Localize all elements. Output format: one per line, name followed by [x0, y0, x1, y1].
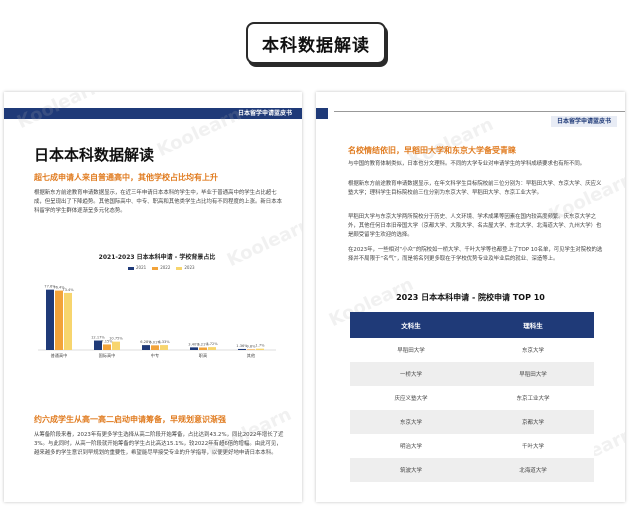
x-tick-label-2: 中专 — [151, 352, 159, 359]
table-row: 明治大学 千叶大学 — [350, 434, 594, 458]
table-cell-sciences: 早稻田大学 — [519, 372, 547, 378]
right-section-title: 名校情结依旧，早稻田大学和东京大学备受青睐 — [348, 146, 516, 155]
school-background-chart: 2021-2023 日本本科申请 - 学校背景占比 2021 2022 2023… — [32, 252, 282, 372]
table-cell-humanities: 东京大学 — [399, 420, 422, 426]
bar-2021-3 — [190, 347, 198, 350]
table-cell-sciences: 北海道大学 — [519, 468, 547, 474]
table-row: 东京大学 京都大学 — [350, 410, 594, 434]
table-cell-humanities: 一桥大学 — [399, 372, 422, 378]
right-page: 日本留学申请蓝皮书 Koolearn Koolearn Koolearn Koo… — [316, 92, 625, 502]
right-paragraph-2: 根据新东方前途教育申请数据显示，在年文科学生目标院校前三位分别为：早稻田大学、东… — [348, 181, 602, 196]
badge-title: 本科数据解读 — [262, 35, 370, 56]
table-row: 庆应义塾大学 东京工业大学 — [350, 386, 594, 410]
top10-table: 文科生 理科生 早稻田大学 东京大学 一桥大学 早稻田大学 庆应义塾大学 东京工业大学 东京… — [350, 312, 594, 482]
table-header-row: 文科生 理科生 — [350, 312, 594, 338]
bar-label-2023-1: 10.75% — [109, 337, 123, 341]
x-tick-label-0: 普通高中 — [51, 352, 68, 359]
right-paragraph-1: 与中国的教育体制类似，日本也分文理科。不同的大学专业对申请学生的学科成绩要求也有… — [348, 161, 586, 167]
chart-svg: 77.6%76.4%73.4%普通高中12.17%7.15%10.75%国际高中… — [38, 285, 276, 359]
x-tick-label-1: 国际高中 — [99, 352, 116, 359]
right-header-line — [334, 111, 625, 112]
bar-2021-2 — [142, 345, 150, 350]
x-tick-label-4: 其他 — [247, 352, 256, 359]
table-body: 早稻田大学 东京大学 一桥大学 早稻田大学 庆应义塾大学 东京工业大学 东京大学 京都大学 明治… — [350, 338, 594, 482]
bar-2023-0 — [64, 292, 72, 350]
bar-label-2023-2: 6.33% — [158, 340, 170, 344]
bar-label-2023-0: 73.4% — [62, 288, 74, 292]
table-cell-humanities: 庆应义塾大学 — [394, 396, 428, 402]
section1-title: 超七成申请人来自普通高中，其他学校占比均有上升 — [34, 173, 218, 182]
bar-2023-1 — [112, 341, 120, 350]
table-cell-sciences: 东京工业大学 — [516, 396, 550, 402]
x-tick-label-3: 职高 — [199, 352, 207, 359]
table-cell-humanities: 筑波大学 — [399, 468, 422, 474]
bar-2023-4 — [256, 348, 264, 350]
table-title: 2023 日本本科申请 - 院校申请 TOP 10 — [396, 293, 545, 302]
table-header-humanities: 文科生 — [401, 322, 421, 330]
table-cell-sciences: 京都大学 — [521, 420, 544, 426]
bar-2022-4 — [247, 349, 255, 350]
bar-2022-2 — [151, 345, 159, 350]
bar-2023-3 — [208, 347, 216, 350]
section2-title: 约六成学生从高一高二启动申请筹备，早规划意识渐强 — [34, 415, 226, 424]
left-header-label: 日本留学申请蓝皮书 — [237, 110, 292, 117]
page-title-badge: 本科数据解读 — [246, 22, 386, 64]
right-header-bar — [316, 108, 328, 119]
table-cell-sciences: 千叶大学 — [521, 444, 544, 450]
section1-paragraph: 根据新东方前途教育申请数据显示，在近三年申请日本本科的学生中，毕业于普通高中的学… — [34, 190, 282, 214]
table-header-sciences: 理科生 — [523, 322, 543, 330]
bar-2023-2 — [160, 345, 168, 350]
table-cell-humanities: 明治大学 — [399, 444, 422, 450]
bar-label-2023-3: 3.72% — [206, 342, 218, 346]
bar-2021-4 — [238, 348, 246, 350]
bar-2022-3 — [199, 347, 207, 350]
table-row: 筑波大学 北海道大学 — [350, 458, 594, 482]
section2-paragraph: 从筹备阶段来看，2023年有更多学生选择从高二阶段开始筹备，占比达到43.2%，… — [34, 432, 284, 456]
right-header-label: 日本留学申请蓝皮书 — [550, 116, 617, 127]
left-main-title: 日本本科数据解读 — [34, 146, 155, 164]
table-cell-sciences: 东京大学 — [521, 348, 544, 354]
bar-label-2023-4: 1.7% — [255, 344, 265, 348]
table-cell-humanities: 早稻田大学 — [397, 348, 425, 354]
left-page: 日本留学申请蓝皮书 Koolearn Koolearn Koolearn Koo… — [4, 92, 302, 502]
bar-2022-1 — [103, 344, 111, 350]
right-paragraph-4: 在2023年，一些相对“小众”的院校如一桥大学、千叶大学等也都登上了TOP 10… — [348, 247, 603, 262]
bar-2022-0 — [55, 290, 63, 350]
table-row: 一桥大学 早稻田大学 — [350, 362, 594, 386]
right-paragraph-3: 早稻田大学与东京大学两所院校分于历史、人文环境、学术成果等因素在国内较高度频繁。… — [348, 214, 602, 238]
bar-2021-0 — [46, 289, 54, 350]
table-row: 早稻田大学 东京大学 — [350, 338, 594, 362]
